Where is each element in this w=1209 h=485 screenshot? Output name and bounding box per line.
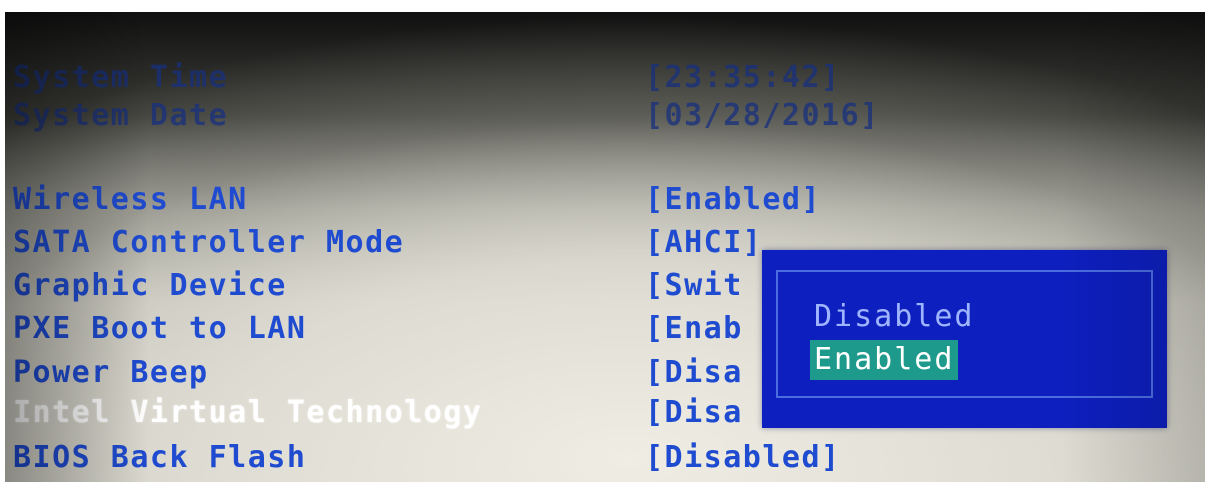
setting-value[interactable]: [03/28/2016] bbox=[645, 96, 880, 136]
option-popup: Disabled Enabled bbox=[762, 250, 1167, 428]
setting-value[interactable]: [Enab bbox=[645, 309, 743, 349]
setting-label: Wireless LAN bbox=[13, 182, 248, 217]
setting-label: PXE Boot to LAN bbox=[13, 311, 307, 346]
setting-row-system-time[interactable]: System Time [23:35:42] bbox=[5, 58, 1205, 98]
setting-row-system-date[interactable]: System Date [03/28/2016] bbox=[5, 96, 1205, 136]
setting-value[interactable]: [Disabled] bbox=[645, 438, 841, 478]
option-disabled[interactable]: Disabled bbox=[810, 297, 979, 337]
setting-label: BIOS Back Flash bbox=[13, 440, 307, 475]
bios-screen: System Time [23:35:42] System Date [03/2… bbox=[5, 12, 1205, 482]
setting-row-wireless-lan[interactable]: Wireless LAN [Enabled] bbox=[5, 180, 1205, 220]
setting-label: Graphic Device bbox=[13, 268, 287, 303]
setting-label: System Date bbox=[13, 98, 229, 133]
setting-label: Intel Virtual Technology bbox=[13, 395, 483, 430]
setting-label: Power Beep bbox=[13, 355, 209, 390]
setting-value[interactable]: [Swit bbox=[645, 266, 743, 306]
setting-value[interactable]: [Disa bbox=[645, 353, 743, 393]
setting-value[interactable]: [Enabled] bbox=[645, 180, 821, 220]
setting-label: System Time bbox=[13, 60, 229, 95]
setting-value[interactable]: [23:35:42] bbox=[645, 58, 841, 98]
option-enabled[interactable]: Enabled bbox=[810, 340, 959, 380]
setting-value[interactable]: [AHCI] bbox=[645, 223, 762, 263]
setting-row-bios-back-flash[interactable]: BIOS Back Flash [Disabled] bbox=[5, 438, 1205, 478]
setting-label: SATA Controller Mode bbox=[13, 225, 405, 260]
setting-value[interactable]: [Disa bbox=[645, 393, 743, 433]
